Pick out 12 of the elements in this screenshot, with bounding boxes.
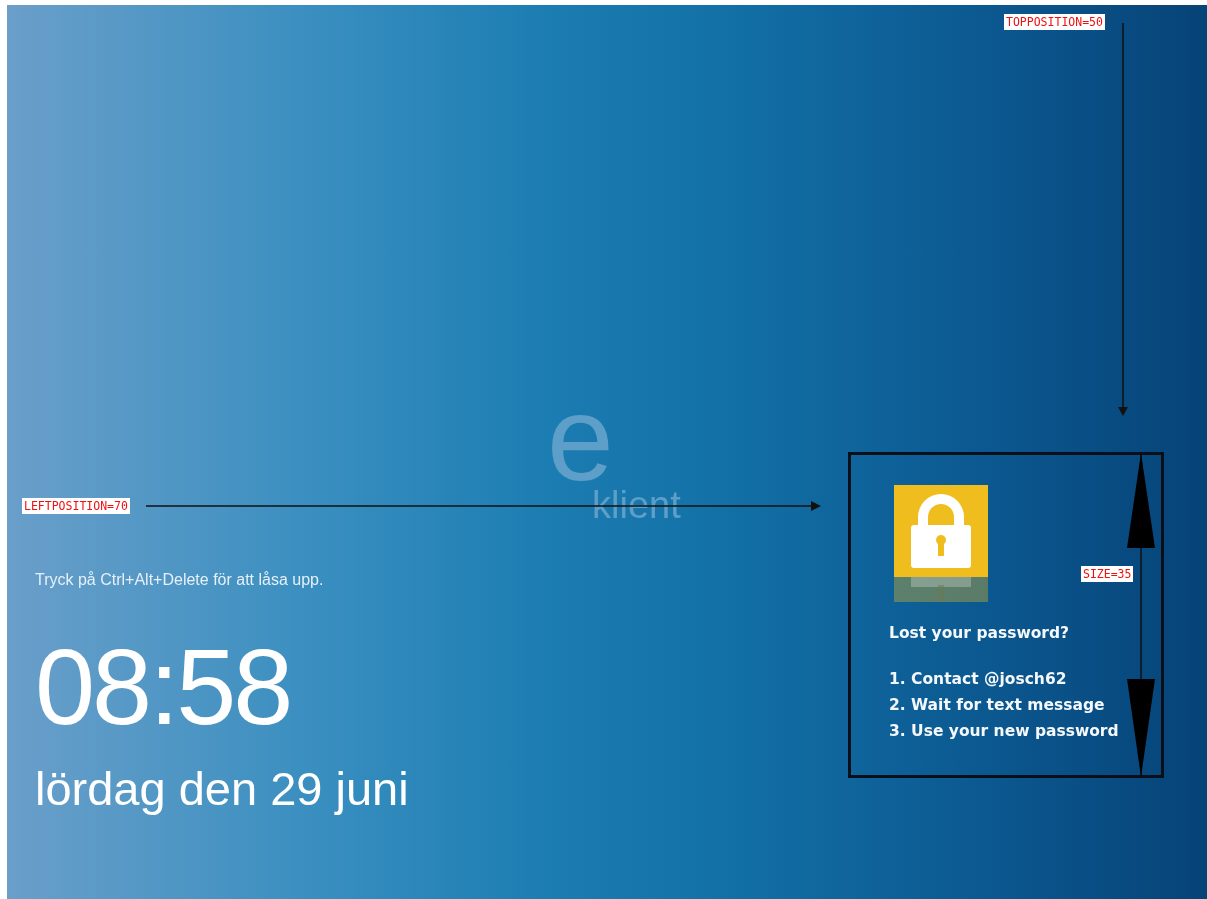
unlock-hint: Tryck på Ctrl+Alt+Delete för att låsa upp. <box>35 571 324 590</box>
annotation-label: LEFTPOSITION=70 <box>22 498 130 514</box>
clock-time: 08:58 <box>35 633 291 742</box>
info-step: 3. Use your new password <box>889 718 1119 744</box>
lock-tile-icon <box>894 485 988 602</box>
annotation-label: SIZE=35 <box>1081 566 1134 582</box>
info-step: 1. Contact @josch62 <box>889 666 1067 692</box>
info-title: Lost your password? <box>889 624 1070 642</box>
clock-date: lördag den 29 juni <box>35 763 409 815</box>
info-step: 2. Wait for text message <box>889 692 1105 718</box>
annotation-label: TOPPOSITION=50 <box>1004 14 1105 30</box>
logo-letter: e <box>547 390 614 486</box>
